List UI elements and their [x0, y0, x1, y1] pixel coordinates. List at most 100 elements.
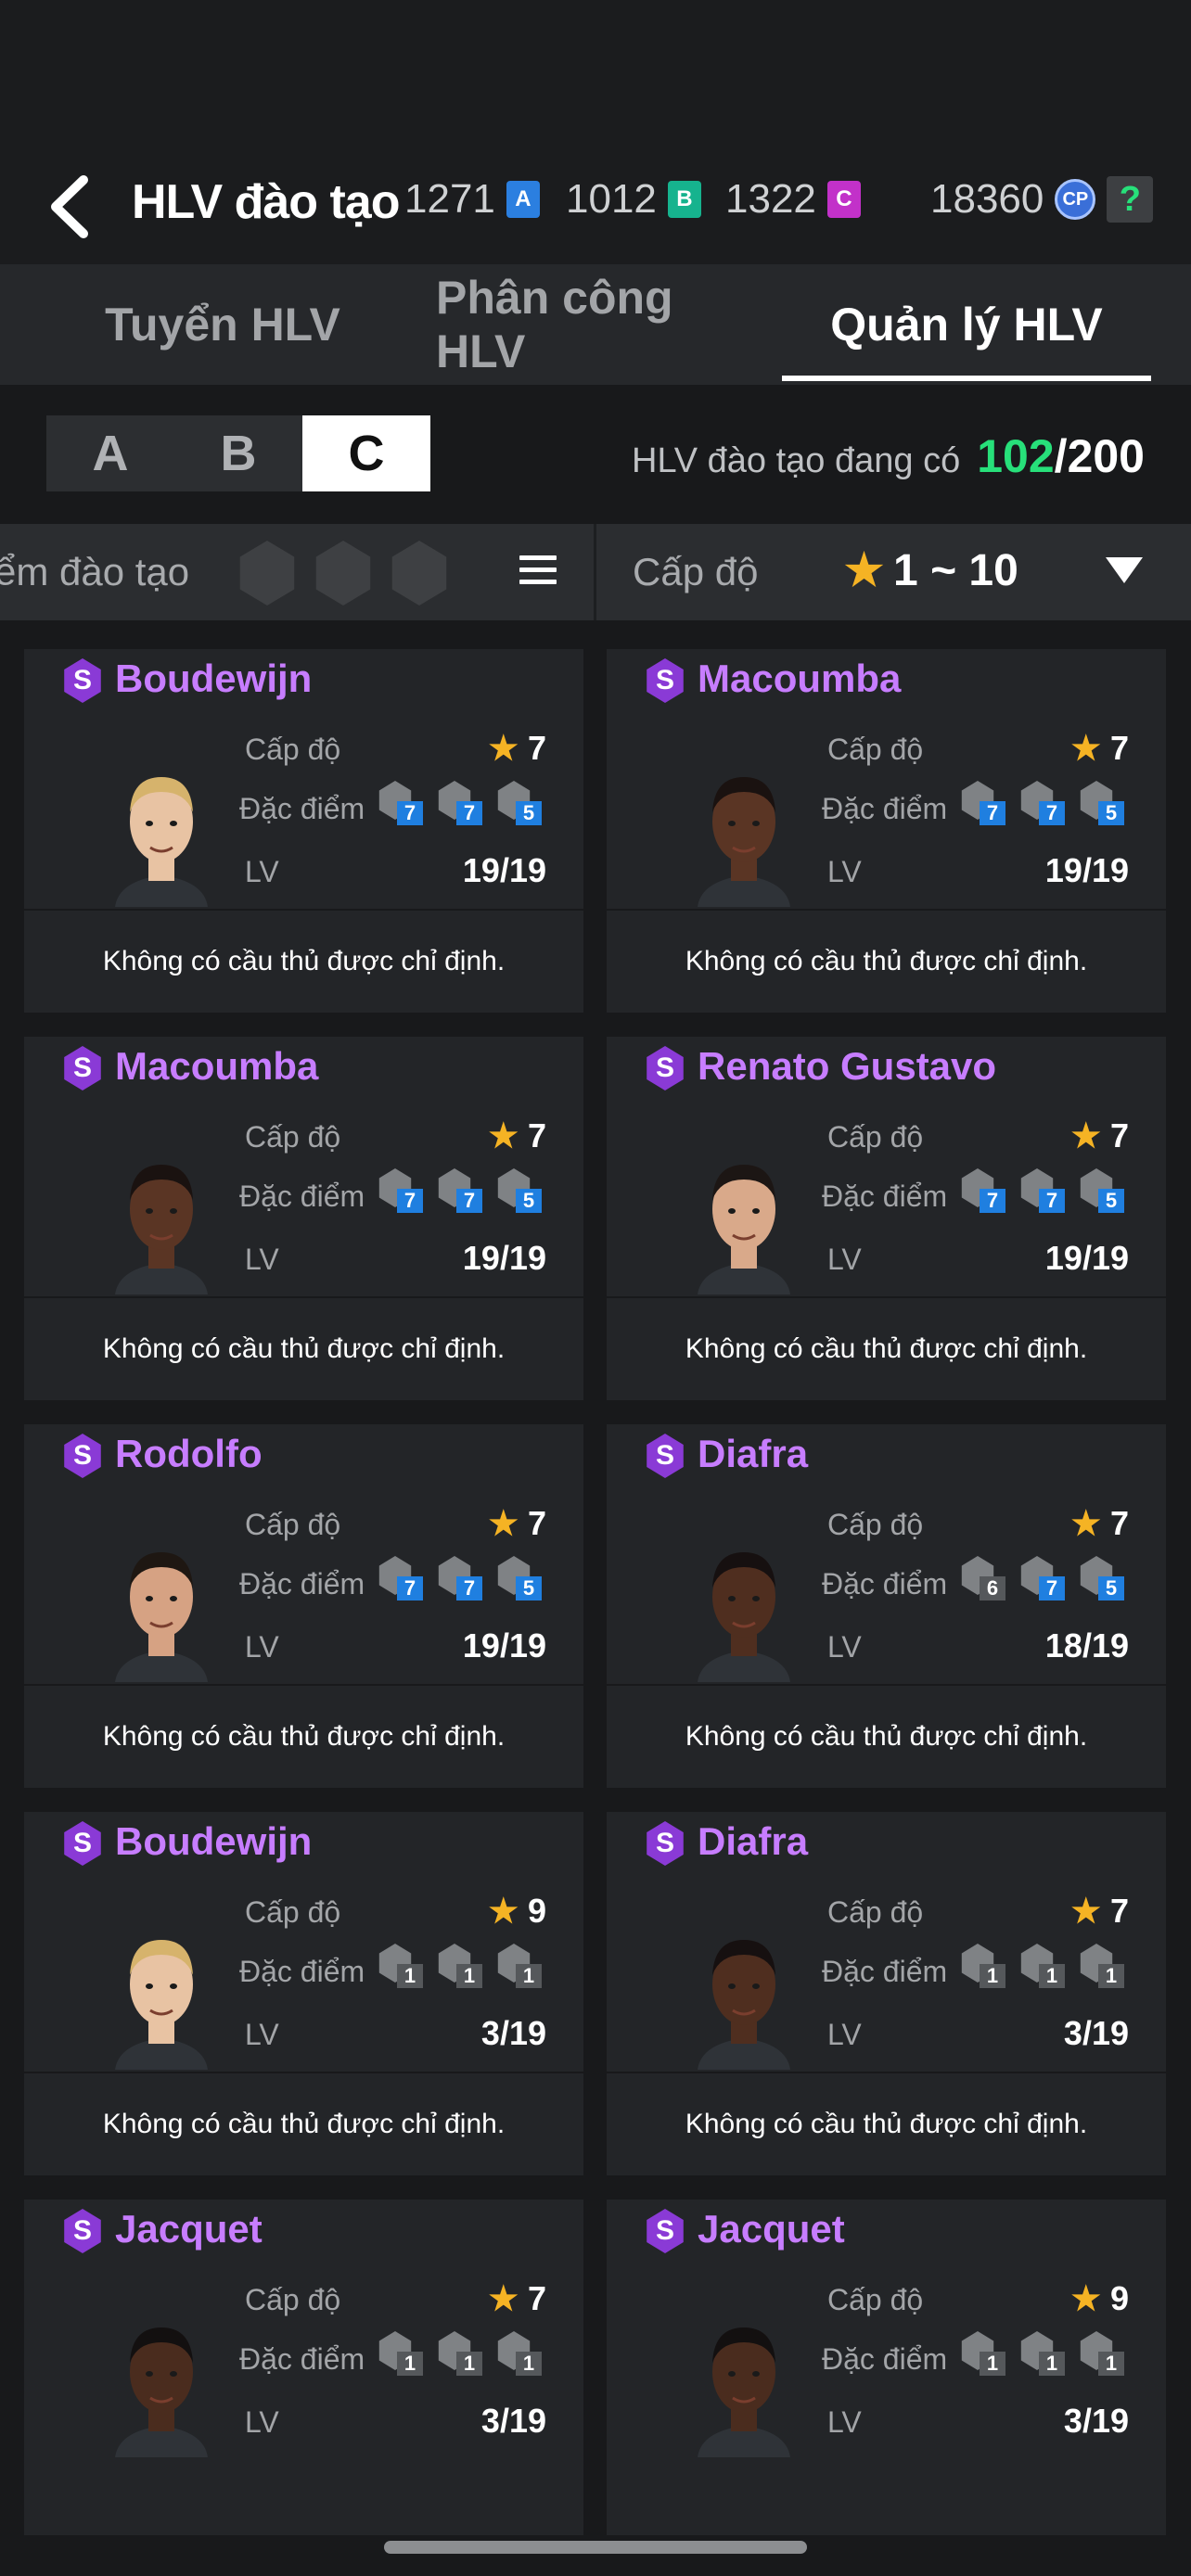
lv-value: 3/19 [480, 2014, 546, 2052]
star-icon: ★ [488, 1116, 519, 1154]
star-icon: ★ [1070, 1892, 1101, 1930]
triangle-down-icon [1106, 557, 1143, 583]
star-icon: ★ [1070, 1116, 1101, 1154]
star-icon: ★ [488, 1892, 519, 1930]
level-filter-label: Cấp độ [633, 550, 759, 593]
coach-count-label: HLV đào tạo đang có [632, 441, 961, 480]
level-label: Cấp độ [245, 733, 341, 766]
coach-name: Macoumba [115, 1044, 319, 1088]
trait-icon: 7 [373, 1556, 425, 1600]
coach-card[interactable]: S Diafra Cấp độ ★ 7 Đặc điểm 1 1 1 LV 3/19 Không c… [607, 1812, 1166, 2175]
traits-label: Đặc điểm [822, 2342, 948, 2376]
coach-card[interactable]: S Boudewijn Cấp độ ★ 7 Đặc điểm 7 7 5 LV 19/19 Khô… [24, 649, 583, 1013]
coach-card[interactable]: S Macoumba Cấp độ ★ 7 Đặc điểm 7 7 5 LV 19/19 Khôn… [607, 649, 1166, 1013]
coach-count-max: /200 [1054, 430, 1145, 482]
coach-name: Jacquet [698, 2207, 845, 2251]
traits-label: Đặc điểm [822, 1955, 948, 1988]
back-button[interactable] [28, 165, 111, 249]
trait-level: 5 [1098, 1189, 1124, 1213]
ticket-a-icon: A [506, 181, 540, 218]
level-stars: 7 [527, 2279, 546, 2317]
trait-icon: 5 [492, 781, 544, 825]
assignment-status: Không có cầu thủ được chỉ định. [685, 1333, 1088, 1364]
status-bar-area [0, 0, 1191, 148]
trait-level: 1 [1039, 1964, 1065, 1988]
trait-level: 7 [980, 1189, 1005, 1213]
lv-label: LV [245, 1630, 279, 1664]
coach-card[interactable]: S Boudewijn Cấp độ ★ 9 Đặc điểm 1 1 1 LV 3/19 Khôn… [24, 1812, 583, 2175]
trait-icon: 1 [492, 2331, 544, 2376]
training-points-label: ểm đào tạo [0, 550, 190, 593]
coach-name: Jacquet [115, 2207, 263, 2251]
trait-icon: 7 [1015, 781, 1067, 825]
level-stars: 7 [1109, 1504, 1129, 1542]
s-grade-badge-icon: S [64, 2209, 101, 2253]
trait-icon: 1 [492, 1944, 544, 1988]
currency-c: 1322 C [725, 176, 861, 223]
level-stars: 7 [527, 729, 546, 767]
trait-icon: 7 [955, 781, 1007, 825]
s-grade-badge-icon: S [647, 2209, 684, 2253]
lv-label: LV [245, 855, 279, 888]
coach-card[interactable]: S Diafra Cấp độ ★ 7 Đặc điểm 6 7 5 LV 18/19 Không … [607, 1424, 1166, 1788]
trait-icon: 1 [1074, 2331, 1126, 2376]
lv-value: 18/19 [1044, 1626, 1129, 1664]
coach-card[interactable]: S Renato Gustavo Cấp độ ★ 7 Đặc điểm 7 7 5 LV 19/… [607, 1037, 1166, 1400]
level-label: Cấp độ [827, 733, 924, 766]
grade-option-b[interactable]: B [174, 415, 302, 491]
traits-label: Đặc điểm [239, 1567, 365, 1600]
grade-option-a[interactable]: A [46, 415, 174, 491]
trait-icon: 1 [432, 1944, 484, 1988]
lv-label: LV [245, 2018, 279, 2051]
grade-option-c[interactable]: C [302, 415, 430, 491]
trait-level: 1 [397, 2352, 423, 2376]
lv-label: LV [245, 1243, 279, 1276]
currency-c-value: 1322 [725, 176, 816, 222]
trait-icon: 1 [955, 2331, 1007, 2376]
star-icon: ★ [1070, 729, 1101, 767]
trait-level: 5 [516, 801, 542, 825]
trait-icon: 5 [492, 1556, 544, 1600]
level-value: ★ 7 [489, 1504, 546, 1543]
tab-assign-coach[interactable]: Phân công HLV [436, 264, 751, 385]
trait-icon: 7 [1015, 1168, 1067, 1213]
training-points-filter[interactable]: ểm đào tạo [0, 524, 594, 620]
level-stars: 9 [527, 1892, 546, 1930]
menu-icon[interactable] [519, 555, 557, 589]
active-tab-indicator [782, 376, 1151, 381]
trait-level: 1 [1098, 2352, 1124, 2376]
level-value: ★ 7 [489, 1116, 546, 1155]
trait-icon: 7 [1015, 1556, 1067, 1600]
trait-icon: 1 [955, 1944, 1007, 1988]
lv-label: LV [827, 2018, 862, 2051]
trait-level: 7 [1039, 1576, 1065, 1600]
assignment-status: Không có cầu thủ được chỉ định. [102, 946, 506, 976]
lv-label: LV [827, 855, 862, 888]
trait-icon: 1 [432, 2331, 484, 2376]
trait-icon: 5 [1074, 1168, 1126, 1213]
coach-card[interactable]: S Jacquet Cấp độ ★ 7 Đặc điểm 1 1 1 LV 3/19 [24, 2200, 583, 2535]
tab-recruit-coach[interactable]: Tuyển HLV [74, 264, 371, 385]
slot-hex-icon [391, 541, 447, 606]
coach-portrait [106, 759, 217, 907]
coach-name: Diafra [698, 1432, 809, 1475]
trait-icon: 5 [1074, 781, 1126, 825]
trait-icon: 1 [1015, 2331, 1067, 2376]
trait-level: 1 [397, 1964, 423, 1988]
tab-manage-coach[interactable]: Quản lý HLV [782, 264, 1151, 385]
help-button[interactable]: ? [1107, 176, 1154, 223]
level-value: ★ 7 [1071, 1116, 1129, 1155]
ticket-b-icon: B [667, 181, 701, 218]
trait-icon: 6 [955, 1556, 1007, 1600]
level-stars: 9 [1109, 2279, 1129, 2317]
trait-icons: 1 1 1 [373, 1944, 544, 1988]
coach-card[interactable]: S Jacquet Cấp độ ★ 9 Đặc điểm 1 1 1 LV 3/19 [607, 2200, 1166, 2535]
trait-icon: 1 [373, 2331, 425, 2376]
coach-card[interactable]: S Macoumba Cấp độ ★ 7 Đặc điểm 7 7 5 LV 19/19 Khôn… [24, 1037, 583, 1400]
lv-label: LV [827, 1243, 862, 1276]
trait-level: 7 [397, 1576, 423, 1600]
s-grade-badge-icon: S [647, 658, 684, 703]
coach-name: Renato Gustavo [698, 1044, 997, 1088]
coach-card[interactable]: S Rodolfo Cấp độ ★ 7 Đặc điểm 7 7 5 LV 19/19 Không… [24, 1424, 583, 1788]
trait-level: 7 [1039, 801, 1065, 825]
